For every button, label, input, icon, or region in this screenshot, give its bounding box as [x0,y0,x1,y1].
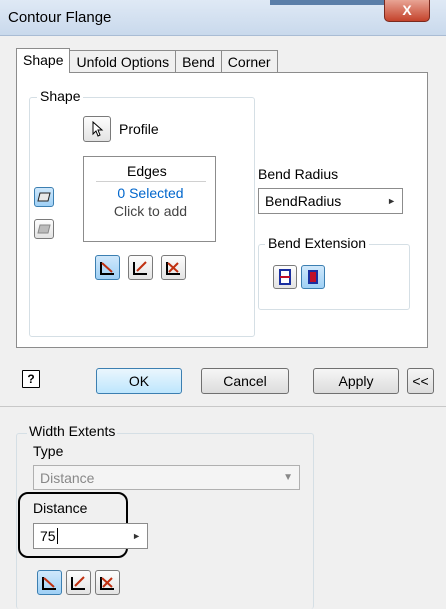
bend-extension-icon [308,270,318,284]
title-bar: Contour Flange X [0,0,446,36]
title-bar-strip [270,0,384,5]
width-direction-button-1[interactable] [37,570,62,595]
chevron-right-icon[interactable]: ► [387,189,396,213]
sheet-face-icon [37,192,51,202]
bend-extension-button-1[interactable] [273,265,297,289]
close-icon: X [402,2,412,18]
chevron-down-icon[interactable]: ▼ [283,466,293,490]
help-icon: ? [27,372,35,386]
tab-corner[interactable]: Corner [220,50,278,72]
symmetric-direction-icon [166,262,180,275]
direction-arrow-icon [133,261,147,275]
ok-button[interactable]: OK [96,368,182,394]
sheet-face-gray-icon [37,224,51,234]
bend-radius-input[interactable]: BendRadius ► [258,188,403,214]
direction-arrow-icon [71,576,85,590]
bend-radius-value: BendRadius [265,193,342,209]
bend-extension-icon [279,269,291,285]
distance-label: Distance [33,500,88,516]
distance-value: 75 [40,528,56,544]
width-extents-label: Width Extents [27,423,118,439]
width-direction-button-2[interactable] [66,570,91,595]
tab-bend[interactable]: Bend [175,50,222,72]
width-direction-button-3[interactable] [95,570,120,595]
shape-tab-panel: Shape Profile Edges 0 Selected Click to … [16,72,428,348]
cancel-button[interactable]: Cancel [201,368,289,394]
distance-input[interactable]: 75 ► [33,523,148,549]
type-select[interactable]: Distance ▼ [33,465,300,490]
direction-arrow-icon [42,577,56,590]
edges-selected-count: 0 Selected [117,185,184,201]
direction-arrow-icon [100,262,114,275]
tab-unfold-options[interactable]: Unfold Options [69,50,177,72]
bend-extension-label: Bend Extension [265,235,370,251]
profile-select-button[interactable] [83,116,111,142]
flip-direction-button-1[interactable] [95,255,120,280]
flip-direction-button-3[interactable] [161,255,186,280]
shape-group-label: Shape [37,88,84,104]
help-button[interactable]: ? [22,370,40,388]
edge-mode-button-active[interactable] [34,187,54,207]
text-caret [56,528,58,544]
bend-radius-label: Bend Radius [258,166,339,182]
bend-extension-button-2[interactable] [301,265,325,289]
window-title: Contour Flange [8,9,112,26]
flip-direction-button-2[interactable] [128,255,153,280]
tab-shape[interactable]: Shape [16,48,71,73]
expanded-options-panel: Width Extents Type Distance ▼ Distance 7… [0,406,446,609]
edges-divider [96,181,206,182]
symmetric-direction-icon [100,577,114,590]
edges-header: Edges [127,163,167,179]
pointer-arrow-icon [92,121,104,137]
profile-label: Profile [119,121,159,137]
chevron-right-icon[interactable]: ► [132,524,141,548]
type-label: Type [33,443,64,459]
edges-list[interactable]: Edges 0 Selected Click to add [83,156,216,242]
collapse-button[interactable]: << [407,368,434,394]
close-button[interactable]: X [384,0,430,22]
edges-hint: Click to add [113,203,188,219]
apply-button[interactable]: Apply [313,368,399,394]
edge-mode-button[interactable] [34,219,54,239]
type-select-value: Distance [40,470,95,486]
tab-row: Shape Unfold Options Bend Corner [16,48,278,73]
